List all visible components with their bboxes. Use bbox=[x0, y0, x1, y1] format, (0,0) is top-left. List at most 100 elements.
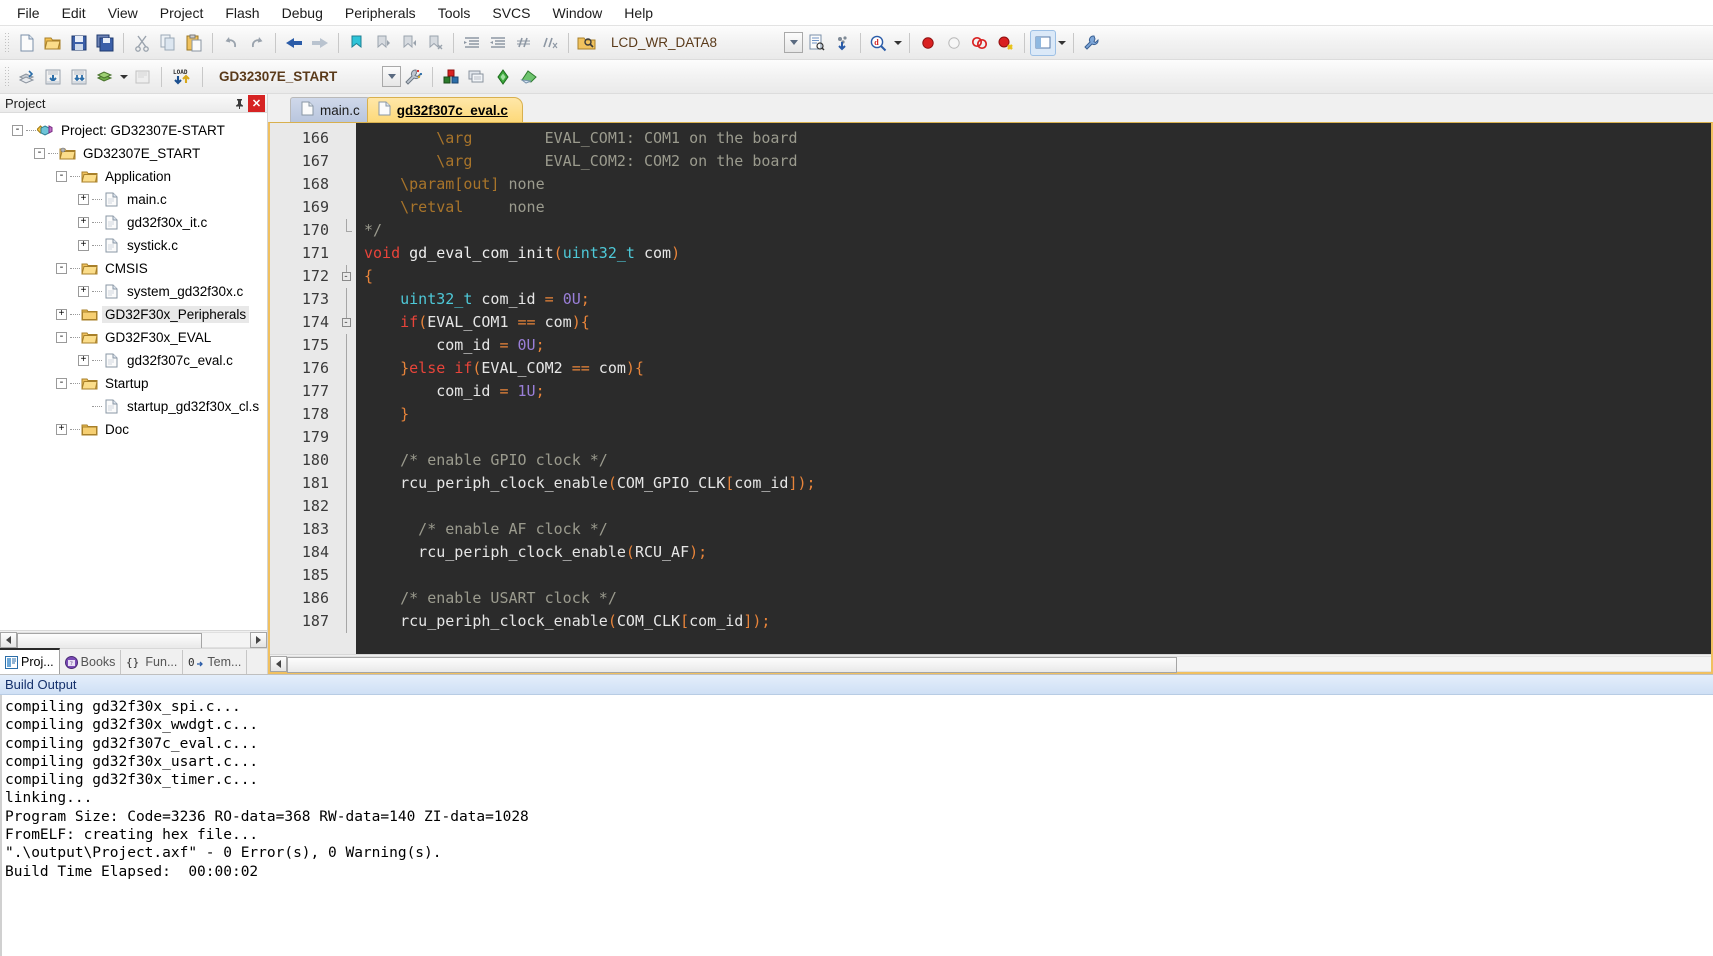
menu-item-project[interactable]: Project bbox=[149, 2, 215, 24]
menu-item-debug[interactable]: Debug bbox=[271, 2, 334, 24]
project-tab-fun[interactable]: {} Fun... bbox=[121, 650, 184, 674]
breakpoint-disable-icon[interactable] bbox=[941, 30, 967, 56]
fold-marker[interactable]: - bbox=[336, 265, 356, 288]
menu-item-file[interactable]: File bbox=[6, 2, 51, 24]
collapse-toggle-icon[interactable]: - bbox=[56, 171, 67, 182]
copy-icon[interactable] bbox=[155, 30, 181, 56]
expand-toggle-icon[interactable]: + bbox=[78, 355, 89, 366]
batch-build-dropdown-icon[interactable] bbox=[118, 64, 130, 90]
cut-icon[interactable] bbox=[129, 30, 155, 56]
multi-project-icon[interactable] bbox=[464, 64, 490, 90]
build-icon[interactable] bbox=[40, 64, 66, 90]
scroll-track[interactable] bbox=[17, 631, 250, 649]
collapse-toggle-icon[interactable]: - bbox=[56, 263, 67, 274]
code-folding-column[interactable]: -- bbox=[336, 123, 356, 654]
symbol-combo[interactable]: LCD_WR_DATA8 bbox=[604, 32, 784, 54]
editor-hscrollbar[interactable] bbox=[270, 654, 1711, 673]
comment-icon[interactable] bbox=[511, 30, 537, 56]
indent-icon[interactable] bbox=[459, 30, 485, 56]
menu-item-help[interactable]: Help bbox=[613, 2, 664, 24]
collapse-toggle-icon[interactable]: - bbox=[12, 125, 23, 136]
find-icon[interactable]: d bbox=[866, 30, 892, 56]
rebuild-icon[interactable] bbox=[66, 64, 92, 90]
tree-item[interactable]: - GD32F30x_EVAL bbox=[0, 326, 267, 349]
util-icon[interactable] bbox=[516, 64, 542, 90]
manage-components-icon[interactable] bbox=[438, 64, 464, 90]
batch-build-icon[interactable] bbox=[92, 64, 118, 90]
scroll-right-button[interactable] bbox=[250, 631, 267, 648]
editor-tab-main-c[interactable]: main.c bbox=[290, 97, 375, 122]
collapse-toggle-icon[interactable]: - bbox=[56, 378, 67, 389]
menu-item-svcs[interactable]: SVCS bbox=[481, 2, 541, 24]
find-dropdown-icon[interactable] bbox=[892, 30, 904, 56]
expand-toggle-icon[interactable]: + bbox=[78, 240, 89, 251]
bookmark-next-icon[interactable] bbox=[396, 30, 422, 56]
translate-icon[interactable] bbox=[14, 64, 40, 90]
expand-toggle-icon[interactable]: + bbox=[78, 286, 89, 297]
target-combo-dropdown[interactable] bbox=[382, 66, 401, 87]
bookmark-prev-icon[interactable] bbox=[370, 30, 396, 56]
project-tab-books[interactable]: ? Books bbox=[60, 650, 122, 674]
fold-marker[interactable]: - bbox=[336, 311, 356, 334]
new-file-icon[interactable] bbox=[14, 30, 40, 56]
tree-item[interactable]: + systick.c bbox=[0, 234, 267, 257]
code-editor[interactable]: 166 167 168 169 170 171 172 173 174 175 176 177 178 1… bbox=[268, 122, 1713, 674]
pin-icon[interactable] bbox=[231, 95, 248, 112]
editor-tab-gd32f307c_eval-c[interactable]: gd32f307c_eval.c bbox=[366, 97, 523, 122]
toolbar-grip[interactable] bbox=[4, 31, 11, 54]
tree-item[interactable]: + system_gd32f30x.c bbox=[0, 280, 267, 303]
collapse-toggle-icon[interactable]: - bbox=[34, 148, 45, 159]
tree-item[interactable]: + Doc bbox=[0, 418, 267, 441]
tree-item[interactable]: + gd32f30x_it.c bbox=[0, 211, 267, 234]
menu-item-edit[interactable]: Edit bbox=[51, 2, 97, 24]
expand-toggle-icon[interactable]: + bbox=[56, 309, 67, 320]
tree-item[interactable]: + GD32F30x_Peripherals bbox=[0, 303, 267, 326]
stop-build-icon[interactable] bbox=[130, 64, 156, 90]
find-in-files-icon[interactable] bbox=[574, 30, 600, 56]
tree-item[interactable]: - Application bbox=[0, 165, 267, 188]
project-hscrollbar[interactable] bbox=[0, 630, 267, 649]
close-icon[interactable]: ✕ bbox=[248, 94, 265, 112]
toolbar-grip[interactable] bbox=[4, 65, 11, 88]
window-layout-icon[interactable] bbox=[1030, 29, 1056, 56]
debug-icon[interactable] bbox=[490, 64, 516, 90]
menu-item-window[interactable]: Window bbox=[542, 2, 614, 24]
collapse-toggle-icon[interactable]: - bbox=[56, 332, 67, 343]
navigate-forward-icon[interactable] bbox=[307, 30, 333, 56]
code-text-area[interactable]: \arg EVAL_COM1: COM1 on the board \arg E… bbox=[356, 123, 1711, 654]
tree-item[interactable]: + main.c bbox=[0, 188, 267, 211]
tree-item[interactable]: - GD32307E_START bbox=[0, 142, 267, 165]
tree-item[interactable]: + gd32f307c_eval.c bbox=[0, 349, 267, 372]
bookmark-toggle-icon[interactable] bbox=[344, 30, 370, 56]
symbol-combo-dropdown[interactable] bbox=[784, 32, 803, 53]
open-file-icon[interactable] bbox=[40, 30, 66, 56]
bookmark-clear-icon[interactable] bbox=[422, 30, 448, 56]
project-tree[interactable]: - Project: GD32307E-START - GD32307E_START -… bbox=[0, 113, 267, 630]
menu-item-tools[interactable]: Tools bbox=[427, 2, 482, 24]
save-icon[interactable] bbox=[66, 30, 92, 56]
tree-item[interactable]: - CMSIS bbox=[0, 257, 267, 280]
target-options-icon[interactable] bbox=[401, 64, 427, 90]
build-output-text[interactable]: compiling gd32f30x_spi.c... compiling gd3… bbox=[0, 695, 1713, 956]
undo-icon[interactable] bbox=[218, 30, 244, 56]
project-tab-tem[interactable]: 0 Tem... bbox=[183, 650, 248, 674]
menu-item-peripherals[interactable]: Peripherals bbox=[334, 2, 427, 24]
download-icon[interactable]: LOAD bbox=[167, 64, 197, 90]
project-tab-proj[interactable]: Proj... bbox=[0, 648, 60, 674]
outdent-icon[interactable] bbox=[485, 30, 511, 56]
menu-item-view[interactable]: View bbox=[97, 2, 149, 24]
breakpoint-icon[interactable] bbox=[915, 30, 941, 56]
window-layout-dropdown-icon[interactable] bbox=[1056, 30, 1068, 56]
breakpoint-list-icon[interactable] bbox=[967, 30, 993, 56]
navigate-back-icon[interactable] bbox=[281, 30, 307, 56]
target-combo[interactable]: GD32307E_START bbox=[212, 66, 382, 88]
insert-symbol-icon[interactable] bbox=[829, 30, 855, 56]
config-wizard-icon[interactable] bbox=[803, 30, 829, 56]
expand-toggle-icon[interactable]: + bbox=[78, 194, 89, 205]
editor-scroll-track[interactable] bbox=[287, 655, 1711, 673]
menu-item-flash[interactable]: Flash bbox=[214, 2, 270, 24]
tree-item[interactable]: startup_gd32f30x_cl.s bbox=[0, 395, 267, 418]
uncomment-icon[interactable] bbox=[537, 30, 563, 56]
editor-scroll-left-button[interactable] bbox=[270, 655, 287, 672]
breakpoint-kill-all-icon[interactable] bbox=[993, 30, 1019, 56]
